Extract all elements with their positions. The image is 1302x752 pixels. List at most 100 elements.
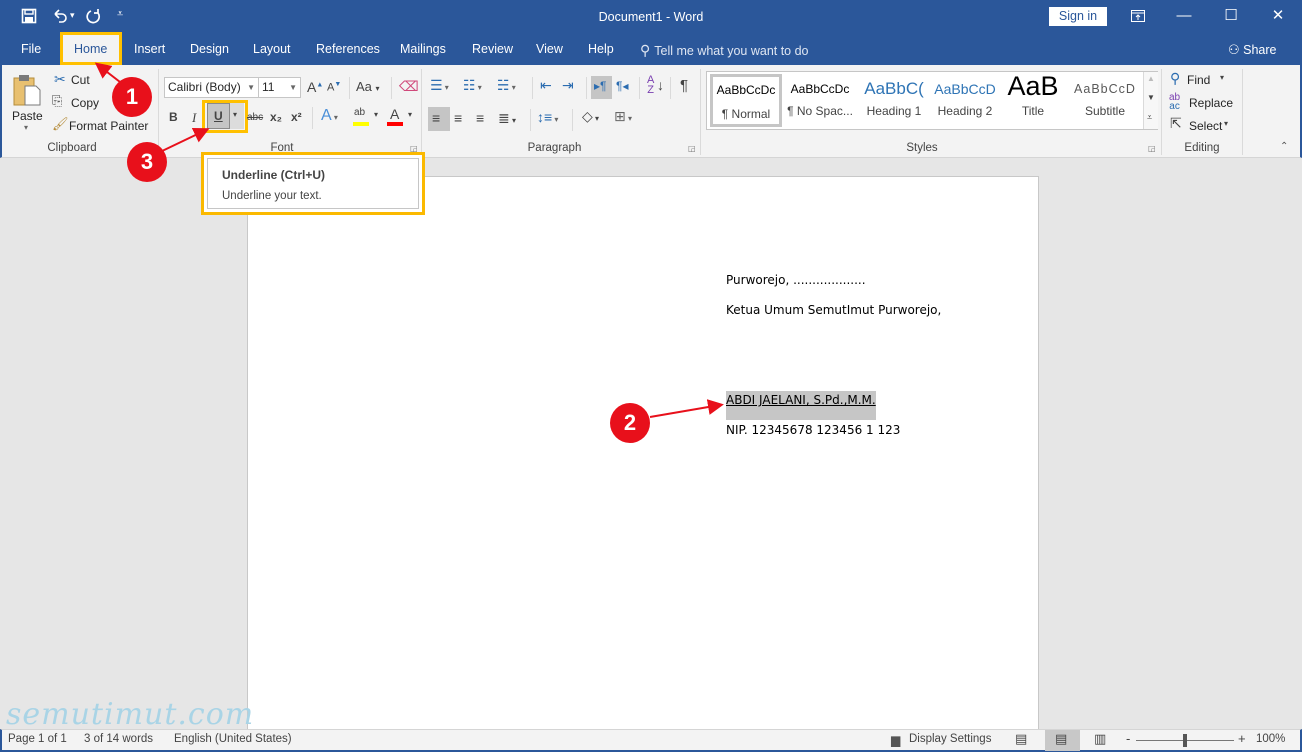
clear-formatting-icon[interactable]: ⌫ — [399, 78, 419, 95]
grow-font-icon[interactable]: A▲ — [307, 79, 323, 95]
superscript-button[interactable]: x² — [291, 110, 302, 124]
shrink-font-icon[interactable]: A▼ — [327, 81, 341, 94]
doc-line-nip[interactable]: NIP. 12345678 123456 1 123 — [726, 423, 900, 437]
align-center-icon[interactable]: ≡ — [454, 110, 462, 126]
style-subtitle[interactable]: AaBbCcD Subtitle — [1069, 74, 1141, 127]
strikethrough-button[interactable]: abc — [247, 112, 263, 123]
shading-button[interactable]: ◇ ▾ — [582, 108, 599, 125]
title-bar: ▾ ⩡ Document1 - Word Sign in — ☐ ✕ — [0, 0, 1302, 34]
tab-design[interactable]: Design — [190, 42, 229, 56]
show-formatting-marks-button[interactable]: ¶ — [680, 77, 688, 94]
copy-button[interactable]: ⎘ Copy — [52, 93, 112, 113]
justify-icon[interactable]: ≣ ▾ — [498, 110, 516, 127]
increase-indent-icon[interactable]: ⇥ — [562, 77, 574, 94]
rtl-icon[interactable]: ¶◂ — [616, 79, 628, 93]
tell-me-search[interactable]: ⚲ Tell me what you want to do — [640, 42, 809, 59]
subscript-button[interactable]: x₂ — [270, 110, 282, 124]
word-count[interactable]: 3 of 14 words — [84, 733, 153, 745]
highlight-color-button[interactable]: ab ▾ — [352, 107, 384, 129]
scroll-down-icon[interactable]: ▼ — [1147, 93, 1155, 102]
decrease-indent-icon[interactable]: ⇤ — [540, 77, 552, 94]
bold-button[interactable]: B — [169, 110, 178, 124]
step-badge-2: 2 — [610, 403, 650, 443]
font-size-dropdown[interactable]: 11 ▼ — [258, 77, 301, 98]
style-heading-1[interactable]: AaBbC( Heading 1 — [858, 74, 930, 127]
line-spacing-button[interactable]: ↕≡ ▾ — [537, 109, 558, 125]
share-button[interactable]: ⚇ Share — [1228, 42, 1277, 58]
paste-button[interactable]: Paste ▾ — [10, 71, 46, 137]
tooltip-title: Underline (Ctrl+U) — [222, 168, 326, 182]
multilevel-list-button[interactable]: ☵ ▾ — [497, 77, 516, 94]
style-no-spacing[interactable]: AaBbCcDc ¶ No Spac... — [784, 74, 856, 127]
more-styles-icon[interactable]: ⩡ — [1147, 112, 1152, 123]
paste-label: Paste — [12, 109, 43, 123]
print-layout-icon: ▤ — [1055, 731, 1068, 746]
styles-scrollbar[interactable]: ▲ ▼ ⩡ — [1143, 72, 1158, 129]
zoom-slider-thumb[interactable] — [1183, 734, 1187, 747]
tab-view[interactable]: View — [536, 42, 563, 56]
borders-button[interactable]: ⊞ ▾ — [614, 108, 632, 125]
tab-home[interactable]: Home — [74, 42, 107, 56]
group-divider — [700, 69, 701, 155]
change-case-button[interactable]: Aa ▾ — [356, 79, 380, 94]
find-button[interactable]: ⚲ Find ▾ — [1168, 70, 1238, 90]
tab-review[interactable]: Review — [472, 42, 513, 56]
style-preview: AaB — [1007, 74, 1059, 101]
doc-line-selected-name[interactable]: ABDI JAELANI, S.Pd.,M.M. — [726, 391, 876, 420]
style-name: ¶ Normal — [721, 107, 771, 121]
align-left-button[interactable]: ≡ — [428, 107, 450, 131]
sort-icon[interactable]: AZ — [647, 75, 654, 96]
maximize-button[interactable]: ☐ — [1208, 4, 1254, 28]
ribbon-display-options-icon[interactable] — [1115, 4, 1161, 28]
cut-label: Cut — [71, 73, 90, 87]
scroll-up-icon[interactable]: ▲ — [1147, 74, 1155, 83]
collapse-ribbon-icon[interactable]: ⌃ — [1280, 141, 1288, 152]
page-count[interactable]: Page 1 of 1 — [8, 733, 67, 745]
bullets-button[interactable]: ☰ ▾ — [430, 77, 449, 94]
zoom-in-button[interactable]: + — [1238, 731, 1246, 746]
zoom-out-button[interactable]: - — [1126, 731, 1130, 746]
document-page[interactable] — [247, 176, 1039, 736]
read-mode-icon[interactable]: ▤ — [1015, 731, 1027, 747]
font-color-button[interactable]: A ▾ — [386, 106, 418, 129]
step-badge-1: 1 — [112, 77, 152, 117]
style-heading-2[interactable]: AaBbCcD Heading 2 — [929, 74, 1001, 127]
paintbrush-icon: 🖌 — [52, 116, 69, 131]
styles-group-label: Styles — [906, 142, 938, 154]
tab-layout[interactable]: Layout — [253, 42, 291, 56]
editing-group-label: Editing — [1184, 142, 1220, 154]
print-layout-button[interactable]: ▤ — [1045, 730, 1080, 751]
close-button[interactable]: ✕ — [1255, 4, 1301, 28]
cut-button[interactable]: ✂ Cut — [52, 70, 112, 90]
tab-file[interactable]: File — [21, 42, 41, 56]
display-settings-button[interactable]: ▆ Display Settings — [891, 732, 996, 750]
replace-button[interactable]: ab ac Replace — [1168, 93, 1238, 113]
numbering-button[interactable]: ☷ ▾ — [463, 77, 482, 94]
paragraph-dialog-launcher-icon[interactable]: ◲ — [688, 144, 696, 153]
italic-button[interactable]: I — [192, 110, 196, 126]
styles-dialog-launcher-icon[interactable]: ◲ — [1148, 144, 1156, 153]
tab-insert[interactable]: Insert — [134, 42, 165, 56]
format-painter-button[interactable]: 🖌 Format Painter — [52, 116, 152, 136]
tab-mailings[interactable]: Mailings — [400, 42, 446, 56]
tab-references[interactable]: References — [316, 42, 380, 56]
font-name-dropdown[interactable]: Calibri (Body) ▼ — [164, 77, 259, 98]
zoom-level[interactable]: 100% — [1256, 733, 1285, 745]
font-color-swatch — [387, 122, 403, 126]
tab-help[interactable]: Help — [588, 42, 614, 56]
doc-line-place-date[interactable]: Purworejo, ................... — [726, 273, 866, 287]
style-normal[interactable]: AaBbCcDc ¶ Normal — [710, 74, 782, 127]
select-button[interactable]: ⇱ Select ▾ — [1168, 115, 1238, 136]
divider — [586, 77, 587, 99]
text-effects-button[interactable]: A ▾ — [321, 107, 338, 125]
language[interactable]: English (United States) — [174, 733, 292, 745]
ltr-direction-button[interactable]: ▸¶ — [591, 76, 612, 99]
web-layout-icon[interactable]: ▥ — [1094, 731, 1106, 747]
group-divider — [158, 69, 159, 155]
minimize-button[interactable]: — — [1161, 4, 1207, 28]
doc-line-position[interactable]: Ketua Umum SemutImut Purworejo, — [726, 303, 941, 317]
style-title[interactable]: AaB Title — [997, 74, 1069, 127]
align-right-icon[interactable]: ≡ — [476, 110, 484, 126]
paste-dropdown-icon: ▾ — [24, 123, 29, 132]
sign-in-button[interactable]: Sign in — [1049, 7, 1107, 26]
